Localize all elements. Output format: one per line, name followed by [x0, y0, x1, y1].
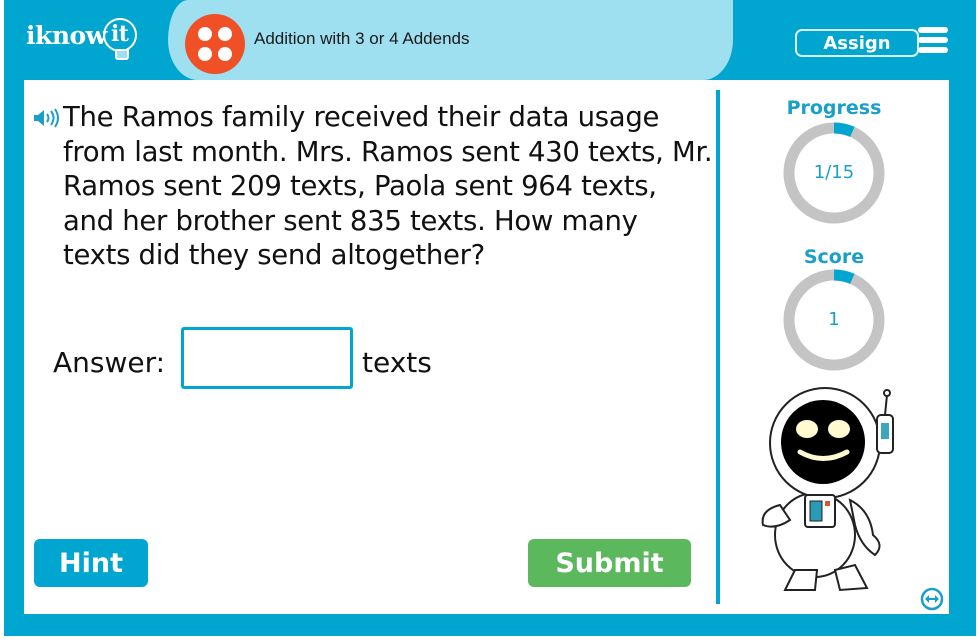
score-value: 1	[828, 309, 840, 330]
assign-button[interactable]: Assign	[795, 29, 919, 57]
score-label: Score	[803, 246, 865, 268]
expand-arrows-icon[interactable]	[920, 587, 944, 611]
iknowit-logo[interactable]: iknow it	[26, 18, 137, 60]
submit-button[interactable]: Submit	[528, 539, 691, 587]
lesson-title: Addition with 3 or 4 Addends	[254, 29, 470, 48]
astronaut-mascot	[761, 387, 894, 592]
progress-value: 1/15	[813, 162, 855, 183]
answer-label: Answer:	[53, 346, 166, 379]
hint-button[interactable]: Hint	[34, 539, 148, 587]
panel-divider	[716, 90, 720, 604]
lesson-dots-icon	[185, 14, 245, 74]
lightbulb-icon: it	[102, 18, 137, 60]
hamburger-menu-icon[interactable]	[918, 27, 948, 53]
answer-input[interactable]	[181, 327, 353, 389]
logo-bulb-text: it	[110, 21, 129, 47]
progress-label: Progress	[786, 97, 882, 119]
answer-unit: texts	[362, 346, 432, 379]
logo-text: iknow	[26, 20, 107, 50]
speaker-icon[interactable]	[33, 108, 61, 128]
question-text: The Ramos family received their data usa…	[63, 101, 713, 271]
